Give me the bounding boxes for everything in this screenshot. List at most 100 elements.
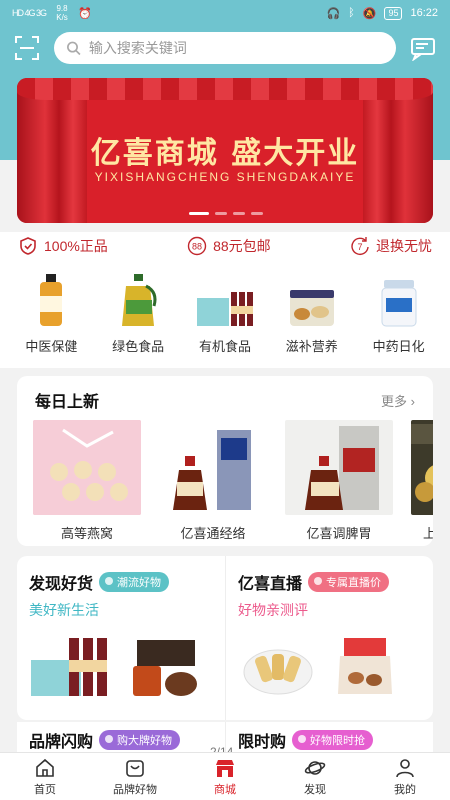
- bottom-nav: 首页 品牌好物 商城 发现 我的: [0, 752, 450, 800]
- category-organic-food[interactable]: 有机食品: [185, 270, 265, 368]
- search-input[interactable]: [88, 40, 384, 56]
- bottle-icon: [20, 270, 82, 328]
- discover-card[interactable]: 发现好货 潮流好物 美好新生活: [17, 556, 225, 720]
- limited-tag: 好物限时抢: [292, 730, 374, 750]
- live-tag: 专属直播价: [308, 572, 390, 592]
- battery-indicator: 95: [384, 6, 403, 20]
- scan-icon[interactable]: [14, 35, 40, 61]
- carousel-dot[interactable]: [189, 212, 209, 215]
- product-card[interactable]: 高等燕窝: [33, 420, 141, 542]
- svg-text:88: 88: [192, 242, 202, 252]
- carousel-dot[interactable]: [251, 212, 263, 215]
- clock: 16:22: [410, 7, 438, 19]
- guarantee-shipping: 88 88元包邮: [187, 236, 271, 256]
- more-label: 更多: [381, 393, 408, 409]
- product-name: 高等燕窝: [60, 526, 113, 541]
- category-green-food[interactable]: 绿色食品: [98, 270, 178, 368]
- badge-88-icon: 88: [187, 236, 207, 256]
- nav-mine[interactable]: 我的: [365, 753, 445, 800]
- signal-indicator: HD 4G 3G: [12, 8, 47, 18]
- nav-label: 品牌好物: [113, 783, 157, 796]
- curtain-valance: [17, 78, 433, 100]
- live-title: 亿喜直播: [238, 576, 303, 593]
- product-name: 上李: [422, 526, 433, 541]
- promo-banner[interactable]: 亿喜商城 盛大开业 YIXISHANGCHENG SHENGDAKAIYE: [17, 78, 433, 223]
- oil-bottle-icon: [107, 270, 169, 328]
- brand-flash-card[interactable]: 品牌闪购 购大牌好物: [17, 722, 225, 752]
- nav-label: 发现: [304, 783, 326, 796]
- live-images: [238, 632, 421, 700]
- product-image: [133, 640, 197, 696]
- guarantee-label: 100%正品: [44, 238, 108, 254]
- product-name: 亿喜通经络: [180, 526, 246, 541]
- limited-card[interactable]: 限时购 好物限时抢: [225, 722, 433, 752]
- daily-new-section: 每日上新 更多 › 高等燕窝 亿喜通经络 亿喜调脾胃 上: [17, 376, 433, 546]
- nav-label: 首页: [34, 783, 56, 796]
- nav-label: 商城: [214, 783, 236, 796]
- nav-discover[interactable]: 发现: [275, 753, 355, 800]
- nav-brand-goods[interactable]: 品牌好物: [95, 753, 175, 800]
- category-label: 中医保健: [25, 339, 78, 354]
- banner-subtitle: YIXISHANGCHENG SHENGDAKAIYE: [94, 170, 356, 184]
- banner-title: 亿喜商城 盛大开业: [90, 136, 360, 171]
- search-box[interactable]: [54, 32, 396, 64]
- carousel-dots: [189, 212, 263, 215]
- discover-subtitle: 美好新生活: [29, 602, 99, 618]
- product-image: [338, 638, 392, 694]
- headset-icon: 🎧: [326, 7, 341, 20]
- nav-store[interactable]: 商城: [185, 753, 265, 800]
- product-image: [411, 420, 433, 515]
- daily-new-list: 高等燕窝 亿喜通经络 亿喜调脾胃 上: [33, 420, 433, 542]
- more-link[interactable]: 更多 ›: [381, 391, 415, 410]
- bag-icon: [126, 759, 144, 777]
- svg-text:7: 7: [357, 242, 362, 252]
- nav-home[interactable]: 首页: [5, 753, 85, 800]
- product-image: [243, 649, 313, 695]
- container-icon: [368, 270, 430, 328]
- search-row: [0, 30, 450, 66]
- shield-icon: [20, 237, 36, 255]
- feature-section: 发现好货 潮流好物 美好新生活 亿喜直播 专属直播价 好物亲测评: [17, 556, 433, 720]
- brand-flash-title: 品牌闪购: [29, 734, 94, 751]
- chevron-right-icon: ›: [410, 393, 415, 409]
- category-label: 有机食品: [198, 339, 251, 354]
- product-name: 亿喜调脾胃: [306, 526, 372, 541]
- category-nourishment[interactable]: 滋补营养: [272, 270, 352, 368]
- status-bar: HD 4G 3G 9.8 K/s ⏰ 🎧 ᛒ 🔕 95 16:22: [0, 0, 450, 26]
- product-image: [285, 420, 393, 515]
- guarantee-return: 7 退换无忧: [350, 236, 432, 256]
- section-title: 每日上新: [35, 394, 100, 411]
- guarantee-label: 退换无忧: [375, 238, 432, 254]
- category-tcm-health[interactable]: 中医保健: [11, 270, 91, 368]
- network-speed: 9.8 K/s: [56, 4, 68, 22]
- planet-icon: [304, 760, 326, 775]
- product-card[interactable]: 上李: [411, 420, 433, 542]
- jar-icon: [281, 270, 343, 328]
- search-icon: [67, 41, 81, 56]
- alarm-icon: ⏰: [78, 7, 92, 20]
- gift-box-icon: [194, 270, 256, 328]
- nav-label: 我的: [394, 783, 416, 796]
- discover-tag: 潮流好物: [99, 572, 170, 592]
- category-herbal-daily[interactable]: 中药日化: [359, 270, 439, 368]
- carousel-dot[interactable]: [233, 212, 245, 215]
- product-image: [159, 420, 267, 515]
- guarantee-row: 100%正品 88 88元包邮 7 退换无忧: [0, 232, 450, 260]
- product-card[interactable]: 亿喜调脾胃: [285, 420, 393, 542]
- product-card[interactable]: 亿喜通经络: [159, 420, 267, 542]
- guarantee-label: 88元包邮: [213, 238, 271, 254]
- discover-images: [29, 632, 213, 700]
- guarantee-genuine: 100%正品: [18, 236, 108, 256]
- live-subtitle: 好物亲测评: [238, 602, 308, 618]
- carousel-dot[interactable]: [215, 212, 227, 215]
- user-icon: [396, 758, 414, 777]
- category-label: 绿色食品: [112, 339, 165, 354]
- brand-flash-tag: 购大牌好物: [99, 730, 181, 750]
- live-card[interactable]: 亿喜直播 专属直播价 好物亲测评: [225, 556, 433, 720]
- message-icon[interactable]: [410, 35, 436, 62]
- mute-icon: 🔕: [362, 7, 377, 20]
- product-image: [33, 420, 141, 515]
- discover-title: 发现好货: [29, 576, 94, 593]
- category-grid: 中医保健 绿色食品 有机食品 滋补营养 中药日化: [0, 260, 450, 368]
- return-7-icon: 7: [351, 237, 369, 256]
